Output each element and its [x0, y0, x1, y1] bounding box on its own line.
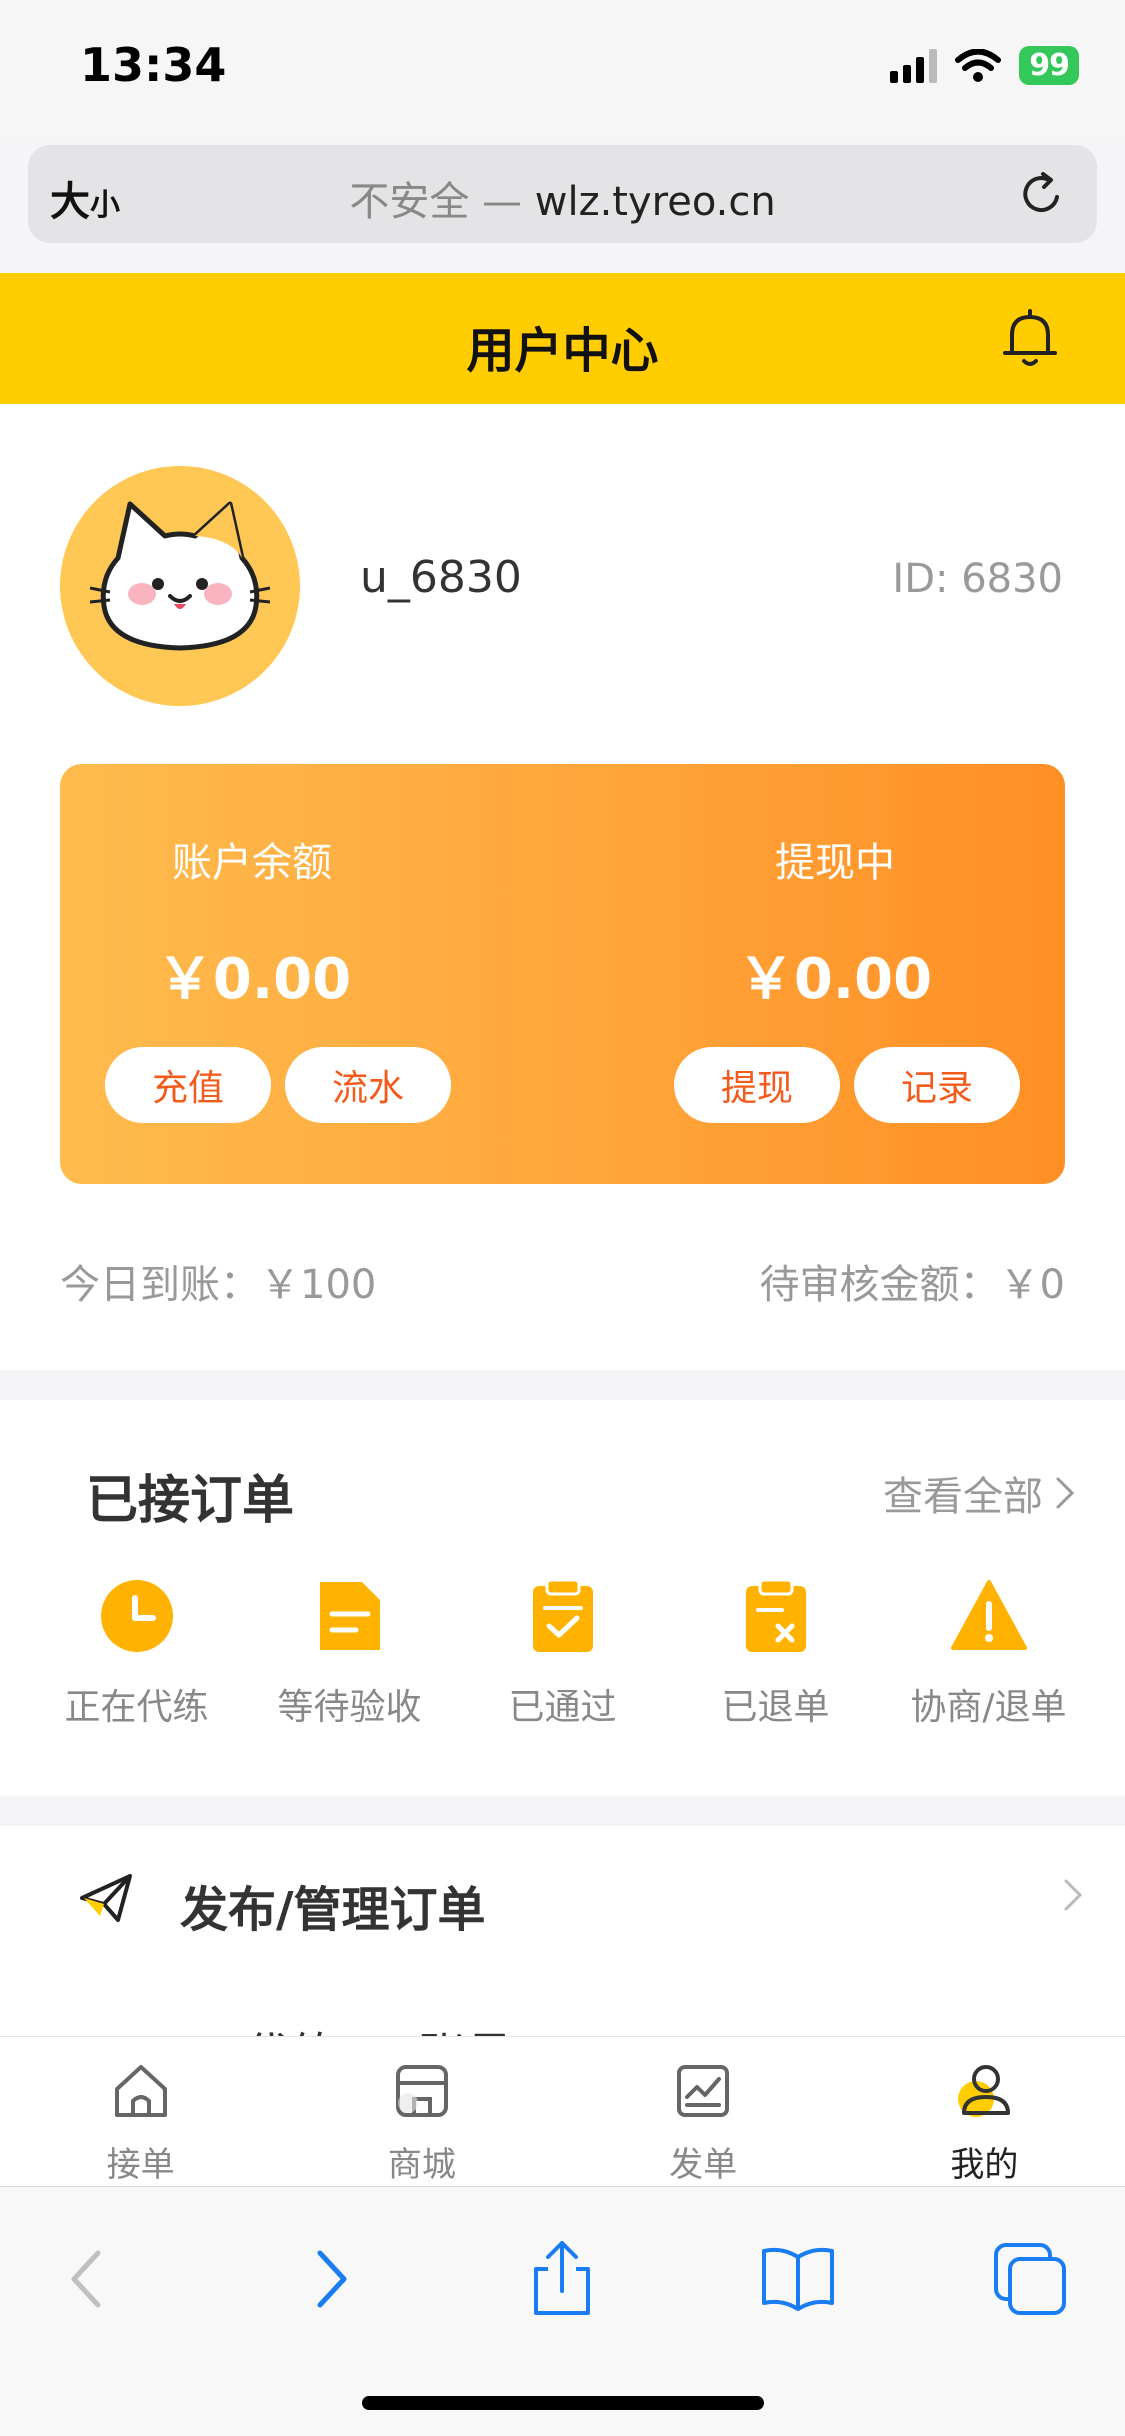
pending-label: 待审核金额：: [759, 1262, 1000, 1308]
clipboard-x-icon: [745, 1578, 806, 1652]
address-bar[interactable]: 大小 不安全 — wlz.tyreo.cn: [28, 145, 1097, 243]
tab-label: 发单: [669, 2145, 738, 2185]
partial-next-row[interactable]: … 代练 … 账号: [180, 2016, 514, 2036]
order-status-passed[interactable]: 已通过: [456, 1578, 669, 1730]
order-status-negotiate[interactable]: 协商/退单: [882, 1578, 1095, 1730]
bookmarks-icon[interactable]: [758, 2239, 838, 2319]
tab-label: 商城: [387, 2145, 456, 2185]
recharge-button[interactable]: 充值: [105, 1047, 271, 1123]
pending-value: ￥0: [999, 1262, 1065, 1308]
store-icon: [395, 2065, 448, 2117]
clock-icon: [100, 1580, 173, 1652]
tabs-icon[interactable]: [990, 2239, 1070, 2319]
record-button[interactable]: 记录: [854, 1047, 1020, 1123]
paper-plane-icon: [80, 1874, 132, 1922]
tab-label: 接单: [106, 2145, 175, 2185]
section-title: 已接订单: [86, 1471, 295, 1531]
username: u_6830: [360, 552, 522, 603]
back-icon[interactable]: [48, 2239, 128, 2319]
manage-label: 发布/管理订单: [180, 1882, 486, 1938]
order-status-in-progress[interactable]: 正在代练: [30, 1578, 243, 1730]
balance-column: 账户余额 ￥0.00 充值 流水: [60, 764, 520, 1184]
user-id: ID: 6830: [892, 556, 1063, 602]
tab-accept-orders[interactable]: 接单: [0, 2037, 281, 2186]
withdrawing-column: 提现中 ￥0.00 提现 记录: [605, 764, 1065, 1184]
bell-icon[interactable]: [995, 303, 1065, 373]
tab-label: 我的: [950, 2145, 1019, 2185]
home-indicator: [362, 2396, 764, 2410]
tab-store[interactable]: 商城: [281, 2037, 562, 2186]
manage-section: 发布/管理订单 … 代练 … 账号: [0, 1826, 1125, 2036]
reload-icon[interactable]: [1015, 167, 1069, 221]
cat-avatar-icon: [89, 501, 271, 651]
flow-button[interactable]: 流水: [285, 1047, 451, 1123]
withdraw-button[interactable]: 提现: [674, 1047, 840, 1123]
view-all-link[interactable]: 查看全部: [883, 1464, 1075, 1522]
tab-mine[interactable]: 我的: [844, 2037, 1125, 2186]
forward-icon[interactable]: [290, 2239, 370, 2319]
document-icon: [319, 1582, 380, 1650]
wifi-icon: [955, 48, 1002, 82]
url-display[interactable]: 不安全 — wlz.tyreo.cn: [28, 169, 1097, 227]
clipboard-check-icon: [532, 1578, 593, 1652]
order-status-label: 已通过: [508, 1687, 617, 1728]
page-title: 用户中心: [466, 323, 659, 379]
today-label: 今日到账：: [60, 1262, 260, 1308]
tab-publish-orders[interactable]: 发单: [563, 2037, 844, 2186]
url-domain: wlz.tyreo.cn: [534, 179, 776, 225]
order-status-label: 正在代练: [64, 1687, 209, 1728]
chevron-right-icon: [1056, 1477, 1075, 1509]
chevron-right-icon: [1064, 1879, 1083, 1911]
battery-icon: 99: [1019, 46, 1079, 85]
balance-card: 账户余额 ￥0.00 充值 流水 提现中 ￥0.00 提现 记录: [60, 764, 1065, 1184]
insecure-label: 不安全 —: [349, 179, 523, 225]
view-all-label: 查看全部: [883, 1474, 1043, 1520]
status-time: 13:34: [80, 38, 227, 92]
order-status-label: 已退单: [721, 1687, 830, 1728]
home-icon: [114, 2065, 167, 2117]
status-icons: 99: [890, 46, 1079, 85]
withdrawing-value: ￥0.00: [737, 947, 933, 1012]
today-value: ￥100: [260, 1262, 377, 1308]
user-icon: [958, 2065, 1011, 2117]
bottom-tab-bar: 接单 商城 发单 我的: [0, 2036, 1125, 2186]
withdrawing-label: 提现中: [775, 840, 895, 886]
status-bar: 13:34 99: [0, 0, 1125, 138]
balance-value: ￥0.00: [156, 947, 352, 1012]
order-status-label: 等待验收: [277, 1687, 422, 1728]
order-status-returned[interactable]: 已退单: [669, 1578, 882, 1730]
balance-label: 账户余额: [172, 840, 332, 886]
pending-amount: 待审核金额：￥0: [760, 1252, 1065, 1310]
accepted-orders-section: 已接订单 查看全部 正在代练 等待验收 已通过 已退单 协商/退单: [0, 1400, 1125, 1796]
order-status-awaiting[interactable]: 等待验收: [243, 1578, 456, 1730]
publish-manage-orders-row[interactable]: 发布/管理订单: [0, 1826, 1125, 1976]
warning-icon: [950, 1580, 1027, 1650]
chart-icon: [677, 2065, 730, 2117]
order-status-label: 协商/退单: [910, 1687, 1067, 1728]
page-header: 用户中心: [0, 273, 1125, 404]
partial-next-label: … 代练 … 账号: [180, 2028, 514, 2036]
today-received: 今日到账：￥100: [60, 1252, 376, 1310]
profile-section: u_6830 ID: 6830 账户余额 ￥0.00 充值 流水 提现中 ￥0.…: [0, 404, 1125, 1370]
signal-icon: [890, 48, 938, 83]
avatar[interactable]: [60, 466, 300, 706]
share-icon[interactable]: [522, 2239, 602, 2319]
